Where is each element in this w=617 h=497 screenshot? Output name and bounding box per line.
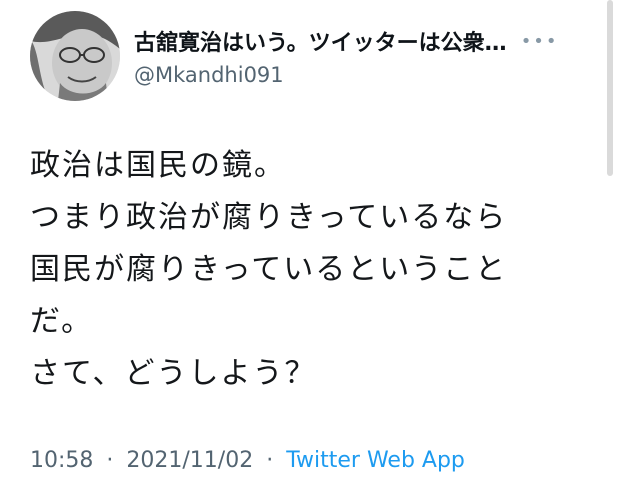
tweet-card: 古舘寛治はいう。ツイッターは公衆… ••• @Mkandhi091 政治は国民の… [0, 0, 617, 497]
tweet-text-line: 国民が腐りきっているということ [30, 252, 508, 287]
tweet-text-line: つまり政治が腐りきっているなら [30, 200, 508, 235]
tweet-metadata: 10:58 · 2021/11/02 · Twitter Web App [30, 448, 465, 473]
avatar-illustration [30, 11, 120, 101]
tweet-header: 古舘寛治はいう。ツイッターは公衆… ••• @Mkandhi091 [30, 0, 589, 101]
user-info: 古舘寛治はいう。ツイッターは公衆… ••• @Mkandhi091 [134, 25, 589, 88]
tweet-date[interactable]: 2021/11/02 [126, 448, 253, 473]
tweet-time[interactable]: 10:58 [30, 448, 93, 473]
tweet-text-line: さて、どうしよう？ [30, 356, 317, 391]
name-row: 古舘寛治はいう。ツイッターは公衆… ••• [134, 25, 589, 57]
tweet-source[interactable]: Twitter Web App [286, 448, 465, 473]
scrollbar[interactable] [607, 0, 613, 176]
tweet-text-line: だ。 [30, 304, 94, 339]
meta-separator: · [106, 448, 114, 473]
more-horizontal-icon[interactable]: ••• [521, 31, 559, 52]
display-name[interactable]: 古舘寛治はいう。ツイッターは公衆… [134, 25, 507, 57]
meta-separator: · [266, 448, 274, 473]
user-handle[interactable]: @Mkandhi091 [134, 63, 589, 87]
tweet-text-line: 政治は国民の鏡。 [30, 148, 286, 183]
tweet-text: 政治は国民の鏡。 つまり政治が腐りきっているなら 国民が腐りきっているということ… [30, 140, 589, 400]
avatar[interactable] [30, 11, 120, 101]
